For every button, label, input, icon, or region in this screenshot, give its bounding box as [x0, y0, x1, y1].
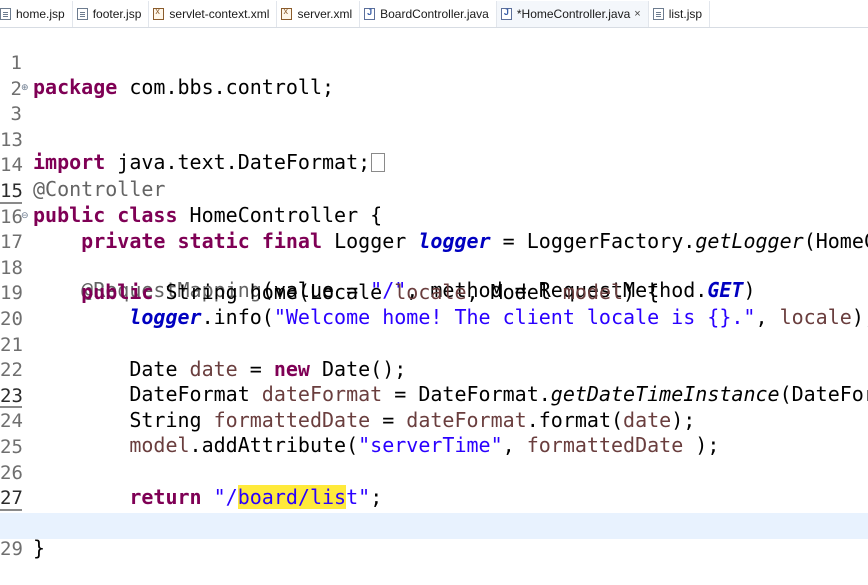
code-editor[interactable]: 1 package com.bbs.controll; 2 3 ⊕ import… [0, 27, 868, 560]
xml-file-icon [153, 6, 165, 20]
line-number: 29 [0, 538, 23, 561]
java-file-icon [364, 7, 376, 20]
jsp-file-icon [652, 7, 664, 20]
tab-boardcontroller-java[interactable]: BoardController.java [360, 0, 497, 27]
fold-collapse-icon[interactable]: ⊖ [21, 211, 29, 221]
code-line: 14 @Controller [0, 129, 868, 201]
code-line: 18 public String home(Locale locale, Mod… [0, 232, 868, 304]
code-line: 23 String formattedDate = dateFormat.for… [0, 360, 868, 432]
code-line: 27 } [0, 462, 868, 534]
code-line: 21 Date date = new Date(); [0, 309, 868, 381]
code-line: 26 return "/board/list"; [0, 437, 868, 509]
code-line: 24 model.addAttribute("serverTime", form… [0, 385, 868, 457]
tab-label: servlet-context.xml [169, 6, 270, 21]
code-line: 1 package com.bbs.controll; [0, 27, 868, 99]
editor-tab-bar: home.jsp footer.jsp servlet-context.xml … [0, 0, 868, 28]
tab-label: *HomeController.java [516, 6, 631, 21]
code-line: 28 } [0, 488, 868, 560]
code-line: 19 logger.info("Welcome home! The client… [0, 257, 868, 329]
tab-label: home.jsp [16, 6, 65, 21]
jsp-file-icon [0, 7, 11, 20]
code-line: 13 [0, 104, 868, 151]
code-line: 25 [0, 411, 868, 458]
tab-list-jsp[interactable]: list.jsp [649, 0, 711, 27]
tab-server-xml[interactable]: server.xml [277, 0, 361, 27]
tab-label: server.xml [297, 6, 353, 21]
tab-servlet-context-xml[interactable]: servlet-context.xml [149, 0, 278, 27]
tab-label: BoardController.java [380, 6, 489, 21]
code-line: 22 DateFormat dateFormat = DateFormat.ge… [0, 334, 868, 406]
code-line: 16 private static final Logger logger = … [0, 181, 868, 253]
tab-home-jsp[interactable]: home.jsp [0, 0, 73, 27]
code-line: 20 [0, 283, 868, 330]
java-file-icon [500, 7, 512, 20]
close-icon[interactable]: × [634, 8, 640, 20]
code-line-current: 29 [0, 513, 868, 560]
code-line: 17 ⊖ @RequestMapping(value = "/", method… [0, 206, 868, 302]
code-line: 3 ⊕ import java.text.DateFormat; [0, 78, 868, 174]
tab-label: list.jsp [668, 6, 703, 21]
jsp-file-icon [76, 7, 88, 20]
code-line: 15 public class HomeController { [0, 155, 868, 227]
code-line: 2 [0, 53, 868, 100]
xml-file-icon [281, 6, 293, 20]
tab-label: footer.jsp [92, 6, 142, 21]
tab-footer-jsp[interactable]: footer.jsp [73, 0, 150, 27]
fold-expand-icon[interactable]: ⊕ [21, 83, 29, 93]
tab-homecontroller-java[interactable]: *HomeController.java × [496, 0, 649, 27]
